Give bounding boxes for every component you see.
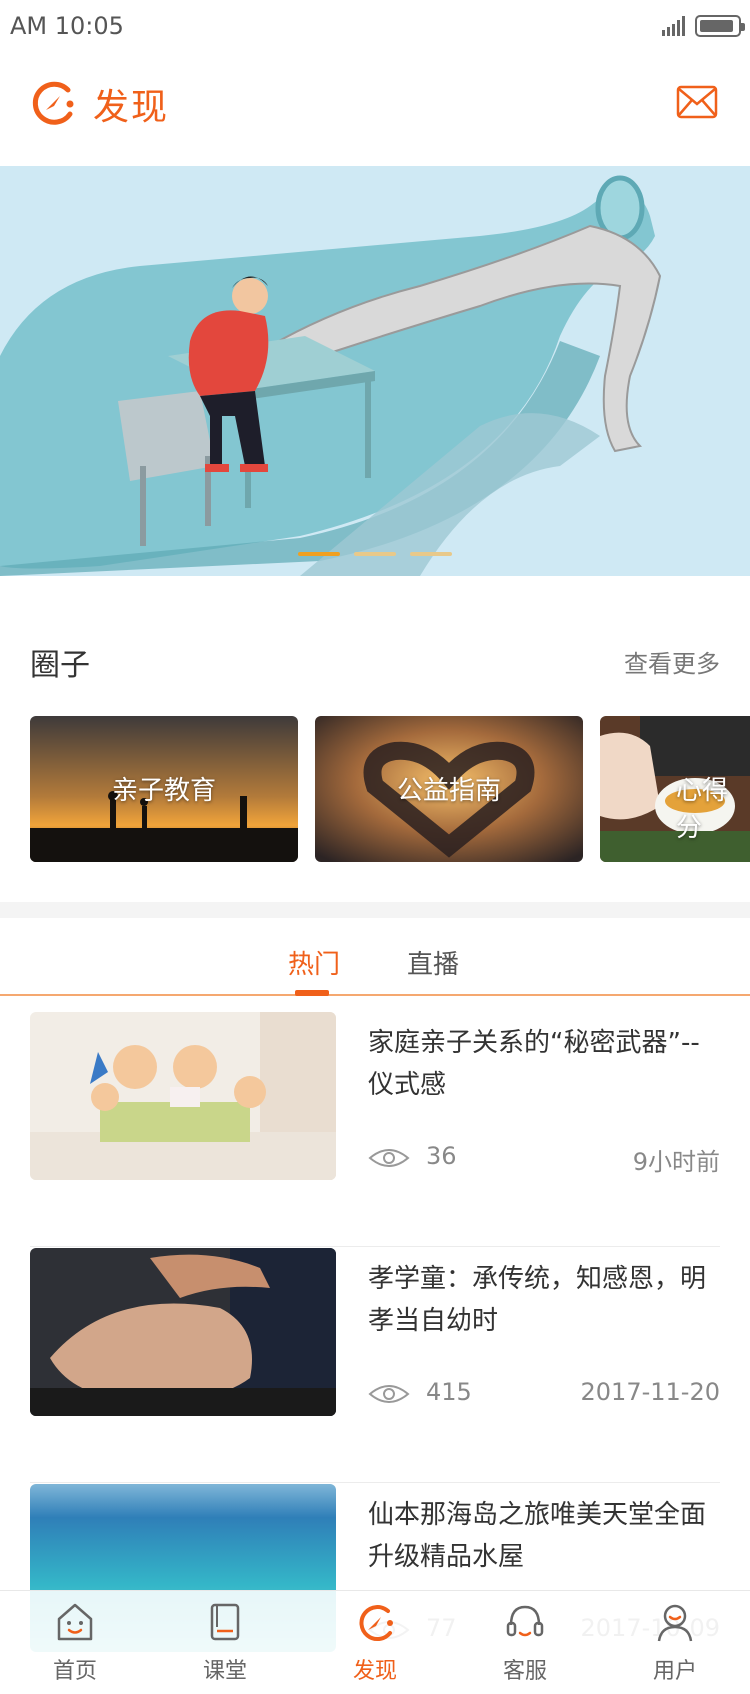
article-thumbnail <box>30 1012 336 1180</box>
signal-icon <box>662 16 685 36</box>
view-more-link[interactable]: 查看更多 <box>624 644 720 679</box>
eye-icon <box>368 1149 410 1167</box>
banner-dot[interactable] <box>410 552 452 556</box>
nav-label-user: 用户 <box>652 1659 697 1684</box>
section-divider <box>0 902 750 918</box>
compass-c-logo-icon <box>32 81 74 125</box>
mail-icon[interactable] <box>676 84 718 120</box>
circle-card-parenting[interactable]: 亲子教育 <box>30 716 298 862</box>
banner-pagination <box>298 552 498 558</box>
banner-dot-active[interactable] <box>298 552 340 556</box>
article-divider <box>30 1246 720 1247</box>
home-face-icon <box>57 1603 93 1641</box>
nav-item-service[interactable]: 客服 <box>450 1591 600 1694</box>
nav-label-service: 客服 <box>502 1659 547 1684</box>
nav-label-discover: 发现 <box>352 1659 397 1684</box>
article-time: 2017-11-20 <box>580 1378 720 1406</box>
banner-carousel[interactable] <box>0 166 750 576</box>
article-title[interactable]: 孝学童：承传统，知感恩，明孝当自幼时 <box>368 1258 718 1342</box>
header: 发现 <box>0 54 750 166</box>
tab-hot[interactable]: 热门 <box>288 944 340 981</box>
view-count: 36 <box>426 1142 457 1170</box>
article-item[interactable]: 家庭亲子关系的“秘密武器”--仪式感 36 9小时前 <box>30 1012 720 1248</box>
nav-label-home: 首页 <box>52 1659 97 1684</box>
circle-card-experience[interactable]: 心得分 <box>600 716 750 862</box>
banner-dot[interactable] <box>354 552 396 556</box>
article-time: 9小时前 <box>632 1148 720 1176</box>
view-count: 415 <box>426 1378 472 1406</box>
headset-icon <box>506 1605 544 1637</box>
status-time: AM 10:05 <box>10 12 124 40</box>
family-figurines-image <box>30 1012 336 1180</box>
nav-item-classroom[interactable]: 课堂 <box>150 1591 300 1694</box>
nav-item-discover[interactable]: 发现 <box>300 1591 450 1694</box>
bottom-nav: 首页 课堂 发现 客服 用户 <box>0 1590 750 1694</box>
circle-card-label: 心得分 <box>676 776 729 843</box>
circle-card-label: 公益指南 <box>396 776 501 806</box>
user-icon <box>657 1604 693 1642</box>
compass-c-icon <box>359 1605 393 1642</box>
status-bar: AM 10:05 <box>0 0 750 54</box>
page-title: 发现 <box>93 87 170 128</box>
book-icon <box>210 1603 240 1641</box>
eye-icon <box>368 1385 410 1403</box>
content-tabs: 热门 直播 <box>0 918 750 996</box>
article-thumbnail <box>30 1248 336 1416</box>
article-title[interactable]: 仙本那海岛之旅唯美天堂全面升级精品水屋 <box>368 1494 718 1578</box>
battery-icon <box>695 15 745 37</box>
article-divider <box>30 1482 720 1483</box>
active-tab-indicator <box>295 990 329 996</box>
nav-item-user[interactable]: 用户 <box>600 1591 750 1694</box>
section-title-circles: 圈子 <box>30 648 90 683</box>
tab-live[interactable]: 直播 <box>407 944 459 981</box>
elderly-hands-image <box>30 1248 336 1416</box>
article-title[interactable]: 家庭亲子关系的“秘密武器”--仪式感 <box>368 1022 718 1106</box>
nav-item-home[interactable]: 首页 <box>0 1591 150 1694</box>
nav-label-classroom: 课堂 <box>202 1659 247 1684</box>
banner-illustration <box>0 166 750 576</box>
circle-card-label: 亲子教育 <box>111 776 216 806</box>
article-item[interactable]: 孝学童：承传统，知感恩，明孝当自幼时 415 2017-11-20 <box>30 1248 720 1484</box>
circle-card-charity[interactable]: 公益指南 <box>315 716 583 862</box>
